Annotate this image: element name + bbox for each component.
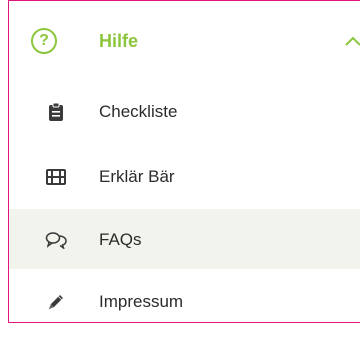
chevron-up-icon[interactable] <box>341 31 360 51</box>
help-section-header[interactable]: ? Hilfe <box>9 1 360 81</box>
menu-item-label: FAQs <box>99 230 142 249</box>
help-section-label: Hilfe <box>99 31 139 51</box>
menu-item-faqs[interactable]: FAQs <box>9 209 360 269</box>
chat-bubbles-icon <box>45 229 67 251</box>
film-icon <box>45 166 67 188</box>
help-menu: ? Hilfe Checkliste Erklär Bär FAQs Impre… <box>8 0 360 323</box>
menu-item-impressum[interactable]: Impressum <box>9 271 360 322</box>
pen-icon <box>45 291 67 313</box>
menu-item-checkliste[interactable]: Checkliste <box>9 81 360 141</box>
menu-item-label: Impressum <box>99 292 184 311</box>
menu-item-erklaer-baer[interactable]: Erklär Bär <box>9 146 360 206</box>
question-circle-icon: ? <box>31 28 57 54</box>
clipboard-icon <box>45 101 67 123</box>
menu-item-label: Erklär Bär <box>99 167 175 186</box>
menu-item-label: Checkliste <box>99 102 178 121</box>
